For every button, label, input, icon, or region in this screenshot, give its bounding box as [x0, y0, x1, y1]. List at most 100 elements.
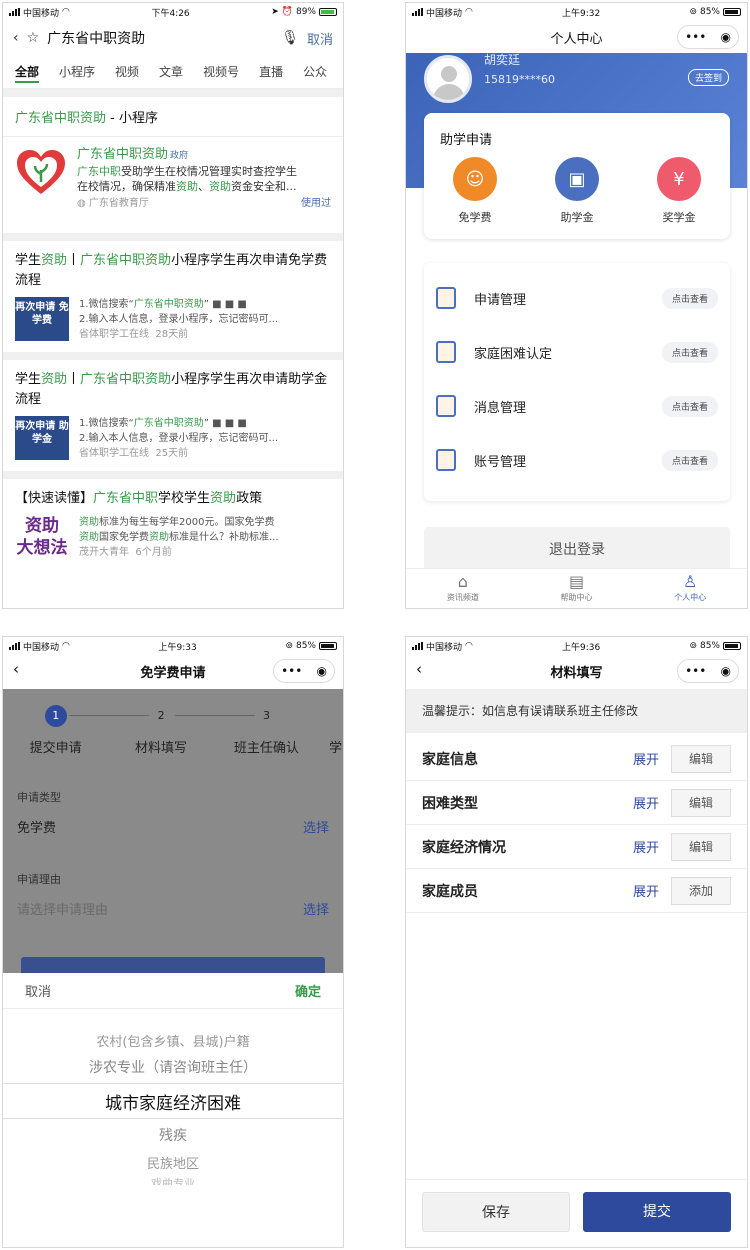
edit-button[interactable]: 编辑	[671, 744, 731, 773]
back-icon[interactable]: ‹	[13, 660, 19, 678]
back-icon[interactable]: ‹	[416, 660, 422, 678]
menu-item-hardship-certification[interactable]: 家庭困难认定 点击查看	[424, 325, 730, 379]
expand-button[interactable]: 展开	[633, 837, 659, 856]
application-reason-field[interactable]: 请选择申请理由	[17, 899, 108, 918]
close-icon[interactable]: ◉	[720, 30, 730, 44]
wifi-icon: ◠	[465, 7, 473, 17]
tuition-exemption-button[interactable]: ☺ 免学费	[435, 157, 515, 225]
picker-option[interactable]: 涉农专业（请咨询班主任）	[3, 1057, 343, 1077]
search-input[interactable]: 广东省中职资助	[47, 28, 273, 48]
home-icon: ⌂	[457, 572, 468, 591]
add-button[interactable]: 添加	[671, 876, 731, 905]
article-title: 【快速读懂】广东省中职学校学生资助政策	[15, 491, 263, 506]
step-2: 2 材料填写	[135, 709, 188, 756]
alarm-icon: ⏰	[281, 7, 293, 17]
cancel-button[interactable]: 取消	[307, 29, 333, 48]
tab-article[interactable]: 文章	[159, 63, 183, 88]
choose-reason-button[interactable]: 选择	[303, 899, 329, 918]
tab-news[interactable]: ⌂ 资讯频道	[406, 569, 520, 608]
tab-help[interactable]: ▤ 帮助中心	[520, 569, 634, 608]
alarm-icon: ⊚	[689, 7, 697, 17]
status-bar: 中国移动 ◠ 上午9:32 ⊚ 85%	[406, 3, 747, 21]
grant-button[interactable]: ▣ 助学金	[537, 157, 617, 225]
step-indicator: 1 提交申请 2 材料填写 3 班主任确认 学	[3, 705, 343, 756]
signal-icon	[412, 8, 423, 16]
application-type-label: 申请类型	[17, 791, 61, 804]
search-results-screen: 中国移动 ◠ 下午4:26 ➤ ⏰ 89% ‹ ☆ 广东省中职资助 🎙 取消 全部 小…	[2, 2, 344, 609]
picker-option[interactable]: 农村(包含乡镇、县城)户籍	[3, 1031, 343, 1050]
expand-button[interactable]: 展开	[633, 793, 659, 812]
tab-mini-program[interactable]: 小程序	[59, 63, 95, 88]
status-bar: 中国移动 ◠ 下午4:26 ➤ ⏰ 89%	[3, 3, 343, 21]
picker-confirm-button[interactable]: 确定	[295, 981, 321, 1000]
message-doc-icon	[436, 395, 456, 417]
tab-all[interactable]: 全部	[15, 63, 40, 83]
picker-option[interactable]: 戏曲专业	[3, 1175, 343, 1185]
mini-program-card[interactable]: 广东省中职资助 政府 广东中职受助学生在校情况管理实时查控学生 在校情况，确保精准…	[3, 137, 343, 233]
battery-icon	[723, 8, 741, 16]
tab-bar: ⌂ 资讯频道 ▤ 帮助中心 ♙ 个人中心	[406, 568, 747, 608]
logout-button[interactable]: 退出登录	[424, 527, 730, 571]
step-1: 1 提交申请	[3, 705, 108, 756]
search-bar: ‹ ☆ 广东省中职资助 🎙 取消	[3, 21, 343, 55]
wifi-icon: ◠	[62, 641, 70, 651]
application-reason-label: 申请理由	[17, 873, 61, 886]
row-family-info: 家庭信息 展开 编辑	[406, 737, 747, 781]
save-button[interactable]: 保存	[422, 1192, 570, 1232]
mini-program-capsule[interactable]: ••• ◉	[273, 659, 335, 683]
page-title: 材料填写	[550, 665, 603, 681]
more-icon[interactable]: •••	[685, 664, 706, 678]
tab-video[interactable]: 视频	[115, 63, 139, 88]
tuition-icon: ☺	[453, 157, 497, 201]
tab-personal[interactable]: ♙ 个人中心	[633, 569, 747, 608]
mini-program-capsule[interactable]: ••• ◉	[677, 659, 739, 683]
status-bar: 中国移动 ◠ 上午9:33 ⊚ 85%	[3, 637, 343, 655]
choose-type-button[interactable]: 选择	[303, 817, 329, 836]
view-button[interactable]: 点击查看	[661, 449, 718, 471]
menu-item-message-management[interactable]: 消息管理 点击查看	[424, 379, 730, 433]
view-button[interactable]: 点击查看	[661, 395, 718, 417]
star-icon[interactable]: ☆	[27, 30, 40, 46]
article-thumbnail: 再次申请 助学金	[15, 416, 69, 460]
page-title: 个人中心	[550, 31, 603, 47]
sign-in-button[interactable]: 去签到	[687, 69, 729, 86]
more-icon[interactable]: •••	[281, 664, 302, 678]
step-3: 3 班主任确认	[233, 709, 299, 756]
submit-button[interactable]: 提交	[583, 1192, 731, 1232]
reason-picker-sheet: 取消 确定 农村(包含乡镇、县城)户籍 涉农专业（请咨询班主任） 城市家庭经济困…	[3, 973, 343, 1247]
article-thumbnail: 资助 大想法	[16, 516, 68, 558]
edit-button[interactable]: 编辑	[671, 832, 731, 861]
expand-button[interactable]: 展开	[633, 881, 659, 900]
dimmed-form-overlay: 1 提交申请 2 材料填写 3 班主任确认 学 申请类型 免学费 选择 申请理由 请选…	[3, 689, 343, 973]
back-icon[interactable]: ‹	[13, 30, 19, 46]
signal-icon	[9, 642, 20, 650]
article-result-2[interactable]: 学生资助丨广东省中职资助小程序学生再次申请助学金流程 再次申请 助学金 1.微信…	[3, 360, 343, 479]
tab-live[interactable]: 直播	[259, 63, 283, 88]
picker-option[interactable]: 民族地区	[3, 1153, 343, 1172]
application-type-value: 免学费	[17, 821, 57, 836]
scholarship-button[interactable]: ¥ 奖学金	[639, 157, 719, 225]
row-family-economy: 家庭经济情况 展开 编辑	[406, 825, 747, 869]
tab-channels[interactable]: 视频号	[203, 63, 239, 88]
picker-option-selected[interactable]: 城市家庭经济困难	[3, 1089, 343, 1114]
microphone-icon[interactable]: 🎙	[281, 30, 299, 46]
expand-button[interactable]: 展开	[633, 749, 659, 768]
picker-option[interactable]: 残疾	[3, 1125, 343, 1145]
close-icon[interactable]: ◉	[316, 664, 326, 678]
edit-button[interactable]: 编辑	[671, 788, 731, 817]
signal-icon	[412, 642, 423, 650]
tab-official[interactable]: 公众	[303, 63, 327, 88]
close-icon[interactable]: ◉	[720, 664, 730, 678]
avatar[interactable]	[424, 55, 472, 103]
picker-cancel-button[interactable]: 取消	[25, 981, 51, 1000]
view-button[interactable]: 点击查看	[661, 341, 718, 363]
view-button[interactable]: 点击查看	[661, 287, 718, 309]
step-4: 学	[329, 741, 343, 756]
mini-program-capsule[interactable]: ••• ◉	[677, 25, 739, 49]
article-result-3[interactable]: 【快速读懂】广东省中职学校学生资助政策 资助 大想法 资助标准为每生每学年2000…	[3, 479, 343, 571]
article-result-1[interactable]: 学生资助丨广东省中职资助小程序学生再次申请免学费流程 再次申请 免学费 1.微信…	[3, 241, 343, 360]
menu-item-application-management[interactable]: 申请管理 点击查看	[424, 271, 730, 325]
menu-item-account-management[interactable]: 账号管理 点击查看	[424, 433, 730, 487]
nav-bar: 个人中心 ••• ◉	[406, 21, 747, 53]
more-icon[interactable]: •••	[685, 30, 706, 44]
